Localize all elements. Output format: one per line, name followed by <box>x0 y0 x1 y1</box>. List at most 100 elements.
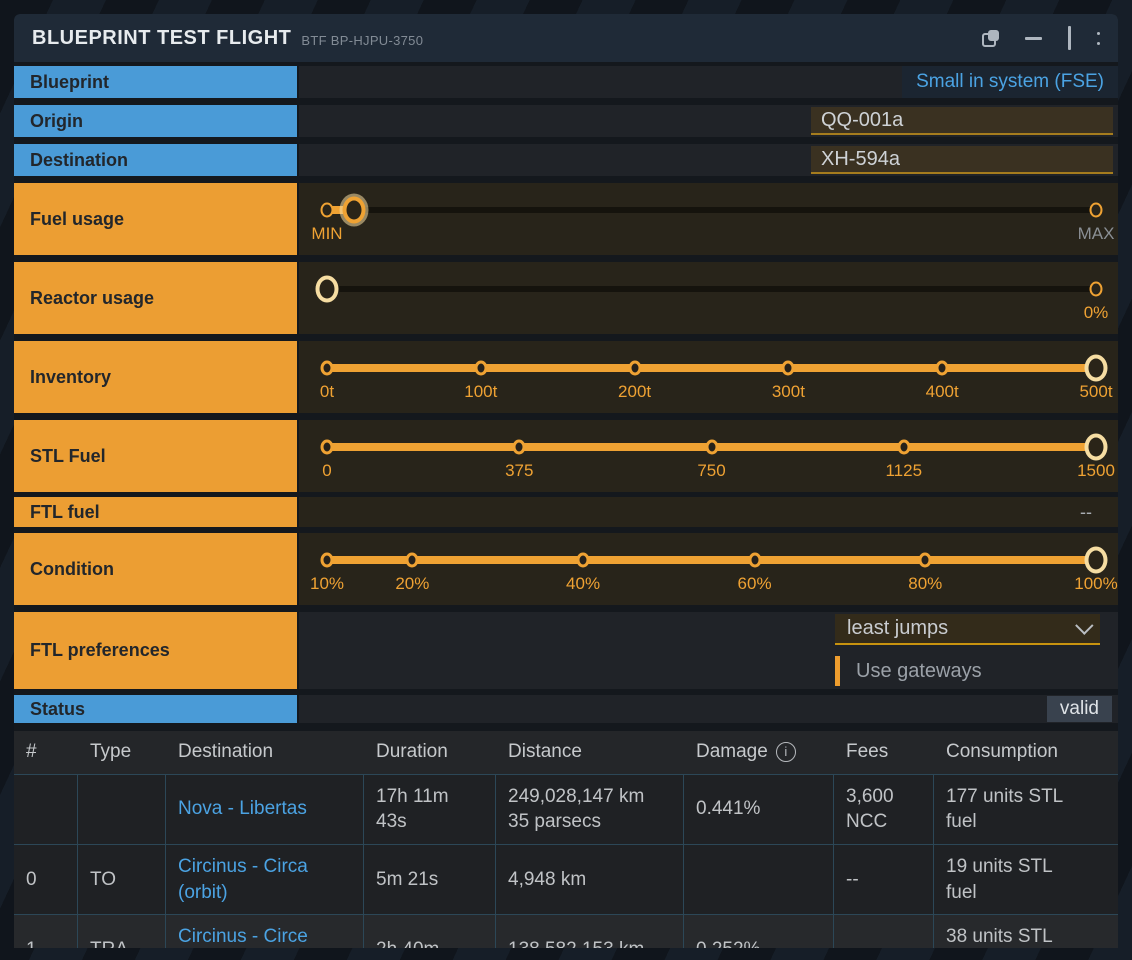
condition-tick[interactable] <box>748 553 761 568</box>
inventory-tick-label: 100t <box>464 382 497 402</box>
stl-fuel-tick-label: 1500 <box>1077 461 1115 481</box>
status-badge: valid <box>1047 696 1112 722</box>
row-reactor-usage: Reactor usage 0% <box>14 262 1118 334</box>
title-bar: BLUEPRINT TEST FLIGHT BTF BP-HJPU-3750 <box>14 14 1118 62</box>
stl-fuel-tick[interactable] <box>321 440 334 455</box>
condition-tick[interactable] <box>321 553 334 568</box>
col-fees: Fees <box>834 731 934 774</box>
col-distance: Distance <box>496 731 684 774</box>
inventory-handle[interactable] <box>1085 355 1108 382</box>
cell-distance: 138,582,153 km <box>496 915 684 948</box>
cell-type <box>78 775 166 844</box>
blueprint-value-cell[interactable]: Small in system (FSE) <box>902 66 1118 98</box>
inventory-tick-label: 200t <box>618 382 651 402</box>
condition-tick-label: 10% <box>310 574 344 594</box>
inventory-tick[interactable] <box>474 361 487 376</box>
condition-tick[interactable] <box>406 553 419 568</box>
condition-tick[interactable] <box>577 553 590 568</box>
cell-num: 0 <box>14 845 78 914</box>
use-gateways-checkbox[interactable]: Use gateways <box>835 656 1100 686</box>
cell-fees: 3,600 NCC <box>834 775 934 844</box>
col-damage: Damage i <box>684 731 834 774</box>
condition-slider[interactable]: 10% 20% 40% 60% 80% 100% <box>327 557 1096 563</box>
fuel-usage-min-label: MIN <box>311 224 342 244</box>
cell-destination-link[interactable]: Nova - Libertas <box>166 775 364 844</box>
condition-tick-label: 100% <box>1074 574 1117 594</box>
inventory-tick[interactable] <box>321 361 334 376</box>
route-table: # Type Destination Duration Distance Dam… <box>14 731 1118 948</box>
row-condition: Condition 10% 20% 40% 60% 80% 100% <box>14 533 1118 605</box>
col-type: Type <box>78 731 166 774</box>
cell-type: TO <box>78 845 166 914</box>
minimize-icon[interactable] <box>1025 37 1042 40</box>
stl-fuel-tick[interactable] <box>897 440 910 455</box>
inventory-tick-label: 500t <box>1079 382 1112 402</box>
destination-input[interactable] <box>811 146 1113 174</box>
col-num: # <box>14 731 78 774</box>
fuel-usage-slider[interactable]: MIN MAX <box>327 207 1096 213</box>
col-destination: Destination <box>166 731 364 774</box>
fuel-usage-handle[interactable] <box>342 197 365 224</box>
use-gateways-label: Use gateways <box>856 660 982 683</box>
table-row-1: 1 TRA Circinus - Circe (orbit) 2h 40m 13… <box>14 914 1118 948</box>
cell-duration: 5m 21s <box>364 845 496 914</box>
cell-damage: 0.441% <box>684 775 834 844</box>
cell-duration: 2h 40m <box>364 915 496 948</box>
cell-distance: 249,028,147 km 35 parsecs <box>496 775 684 844</box>
status-label: Status <box>14 695 297 723</box>
cell-type: TRA <box>78 915 166 948</box>
cell-fees: -- <box>834 915 934 948</box>
cell-consumption: 19 units STL fuel <box>934 845 1118 914</box>
inventory-slider[interactable]: 0t 100t 200t 300t 400t 500t <box>327 365 1096 371</box>
ftl-preferences-select[interactable]: least jumps <box>835 614 1100 645</box>
stl-fuel-label: STL Fuel <box>14 420 297 492</box>
cell-destination-link[interactable]: Circinus - Circe (orbit) <box>166 915 364 948</box>
cell-num <box>14 775 78 844</box>
inventory-tick[interactable] <box>782 361 795 376</box>
window-subtitle: BTF BP-HJPU-3750 <box>301 33 423 48</box>
condition-tick-label: 80% <box>908 574 942 594</box>
reactor-usage-slider[interactable]: 0% <box>327 286 1096 292</box>
origin-label: Origin <box>14 105 297 137</box>
cell-num: 1 <box>14 915 78 948</box>
stl-fuel-tick-label: 0 <box>322 461 331 481</box>
condition-tick[interactable] <box>919 553 932 568</box>
cell-destination-link[interactable]: Circinus - Circa (orbit) <box>166 845 364 914</box>
cell-duration: 17h 11m 43s <box>364 775 496 844</box>
cell-damage <box>684 845 834 914</box>
condition-label: Condition <box>14 533 297 605</box>
cell-consumption: 38 units STL fuel <box>934 915 1118 948</box>
ftl-preferences-selected-value: least jumps <box>847 617 1075 640</box>
condition-tick-label: 20% <box>395 574 429 594</box>
inventory-tick-label: 0t <box>320 382 334 402</box>
kebab-menu-icon[interactable] <box>1097 32 1100 45</box>
ftl-preferences-label: FTL preferences <box>14 612 297 689</box>
row-destination: Destination <box>14 144 1118 176</box>
damage-info-icon[interactable]: i <box>776 742 796 762</box>
stl-fuel-tick[interactable] <box>705 440 718 455</box>
condition-tick-label: 60% <box>738 574 772 594</box>
window-title: BLUEPRINT TEST FLIGHT <box>32 27 291 50</box>
row-ftl-preferences: FTL preferences least jumps Use gateways <box>14 612 1118 689</box>
reactor-usage-handle[interactable] <box>316 276 339 303</box>
ftl-fuel-value: -- <box>1080 497 1092 527</box>
chevron-down-icon <box>1075 616 1093 634</box>
row-ftl-fuel: FTL fuel -- <box>14 497 1118 527</box>
reactor-usage-label: Reactor usage <box>14 262 297 334</box>
row-status: Status valid <box>14 695 1118 723</box>
blueprint-link[interactable]: Small in system (FSE) <box>916 71 1104 93</box>
condition-handle[interactable] <box>1085 547 1108 574</box>
destination-label: Destination <box>14 144 297 176</box>
inventory-tick[interactable] <box>936 361 949 376</box>
stl-fuel-tick-label: 750 <box>697 461 725 481</box>
inventory-tick[interactable] <box>628 361 641 376</box>
reactor-usage-value-label: 0% <box>1084 303 1109 323</box>
table-row-summary: Nova - Libertas 17h 11m 43s 249,028,147 … <box>14 774 1118 844</box>
stl-fuel-slider[interactable]: 0 375 750 1125 1500 <box>327 444 1096 450</box>
stl-fuel-handle[interactable] <box>1085 434 1108 461</box>
popout-duplicate-icon[interactable] <box>982 30 999 47</box>
blueprint-label: Blueprint <box>14 66 297 98</box>
stl-fuel-tick[interactable] <box>513 440 526 455</box>
origin-input[interactable] <box>811 107 1113 135</box>
window-divider-icon[interactable] <box>1068 26 1071 50</box>
